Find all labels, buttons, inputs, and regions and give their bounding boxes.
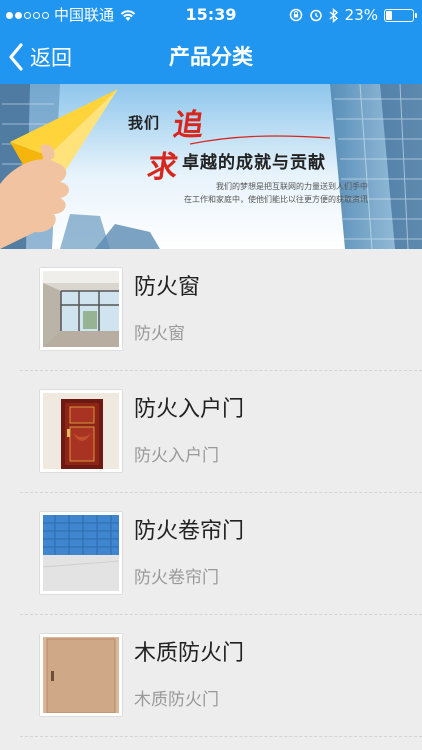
product-thumbnail-fire-shutter-door (40, 512, 122, 594)
banner-slogan-main: 卓越的成就与贡献 (182, 153, 326, 173)
product-category-list: 防火窗 防火窗 防火入户门 防火入户门 防火卷帘门 防火卷帘门 木质防火门 木质… (0, 249, 422, 750)
banner-slogan-prefix: 我们 (128, 114, 161, 132)
product-title: 防火窗 (134, 275, 201, 300)
list-item[interactable]: 防火入户门 防火入户门 (20, 371, 422, 493)
page-title: 产品分类 (169, 45, 253, 69)
battery-percent: 23% (344, 6, 378, 24)
status-bar: 中国联通 15:39 23% (0, 0, 422, 30)
list-item[interactable]: 防火窗 防火窗 (20, 249, 422, 371)
product-subtitle: 防火窗 (134, 324, 185, 344)
product-thumbnail-fire-entry-door (40, 390, 122, 472)
list-item[interactable]: 防火卷帘门 防火卷帘门 (20, 493, 422, 615)
banner-slogan-chase: 追 (171, 108, 206, 143)
product-subtitle: 防火卷帘门 (134, 568, 219, 588)
list-item[interactable]: 木质防火门 木质防火门 (20, 615, 422, 737)
header: 中国联通 15:39 23% 返回 产品分类 (0, 0, 422, 84)
status-right: 23% (289, 0, 417, 30)
bluetooth-icon (329, 7, 338, 23)
product-title: 防火卷帘门 (134, 519, 245, 544)
product-thumbnail-fire-window (40, 268, 122, 350)
battery-icon (384, 8, 417, 22)
promo-banner[interactable]: 我们 追 求 卓越的成就与贡献 我们的梦想是把互联网的力量送到人们手中 在工作和… (0, 84, 422, 249)
rotation-lock-icon (289, 8, 302, 22)
product-subtitle: 木质防火门 (134, 690, 219, 710)
banner-subtext-2: 在工作和家庭中，使他们能比以往更方便的获取资讯 (184, 195, 368, 204)
nav-bar: 返回 产品分类 (0, 30, 422, 84)
product-thumbnail-wooden-fire-door (40, 634, 122, 716)
product-subtitle: 防火入户门 (134, 446, 219, 466)
banner-slogan-seek: 求 (145, 150, 180, 185)
product-title: 木质防火门 (134, 641, 245, 666)
product-title: 防火入户门 (134, 397, 245, 422)
banner-subtext-1: 我们的梦想是把互联网的力量送到人们手中 (216, 182, 368, 191)
alarm-icon (309, 9, 322, 22)
